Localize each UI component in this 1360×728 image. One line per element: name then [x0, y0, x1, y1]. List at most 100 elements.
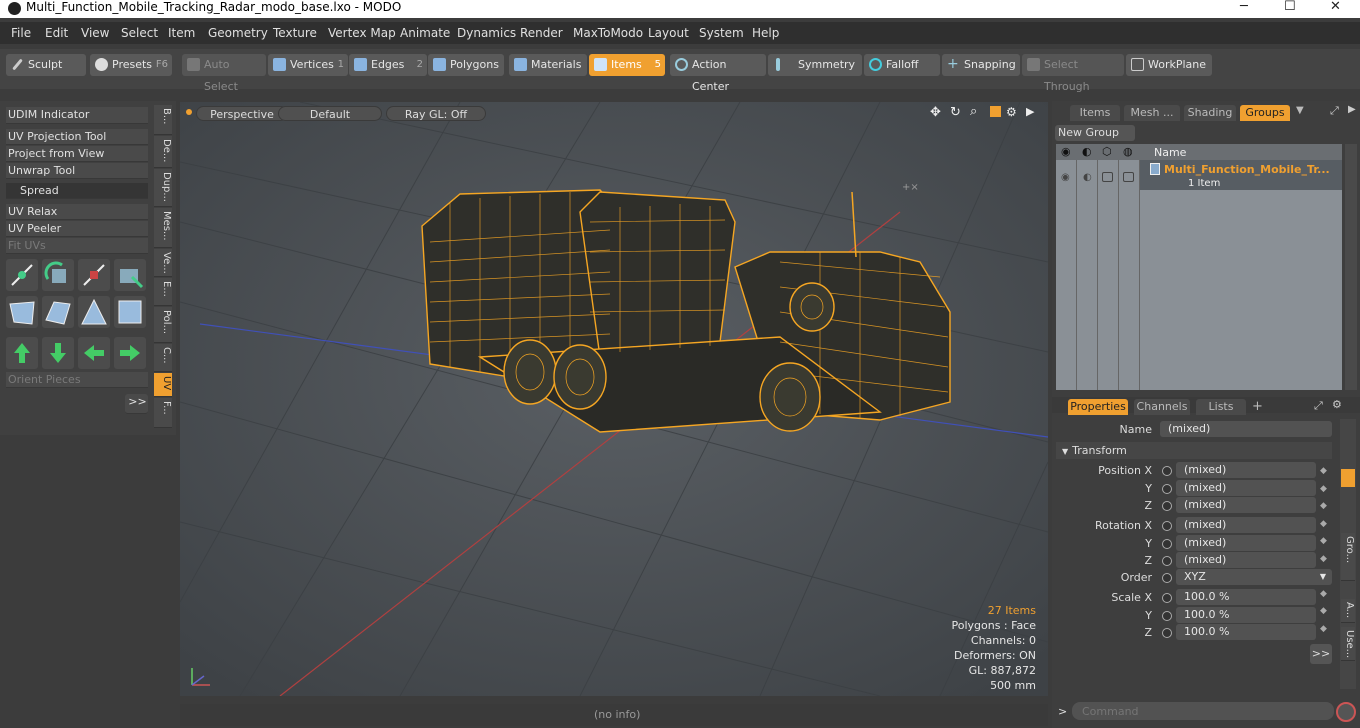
row-eye-icon[interactable]: ◉: [1061, 172, 1070, 183]
lock-cube-icon[interactable]: ⬡: [1102, 145, 1112, 158]
symmetry-button[interactable]: Symmetry: [768, 54, 862, 76]
tab-properties[interactable]: Properties: [1068, 399, 1128, 415]
menu-item[interactable]: Item: [168, 26, 195, 40]
scale-y-field[interactable]: 100.0 %: [1176, 607, 1316, 623]
orient-pieces-button[interactable]: Orient Pieces: [6, 372, 148, 388]
uv-mesh-icon-1[interactable]: [6, 296, 38, 328]
command-input[interactable]: [1072, 702, 1334, 720]
vtab-polygon[interactable]: Pol...: [154, 307, 172, 343]
name-field[interactable]: (mixed): [1160, 421, 1332, 437]
menu-layout[interactable]: Layout: [648, 26, 689, 40]
menu-maxtomodo[interactable]: MaxToModo: [573, 26, 643, 40]
menu-geometry[interactable]: Geometry: [208, 26, 268, 40]
action-center-button[interactable]: Action Center: [670, 54, 766, 93]
rotation-x-field[interactable]: (mixed): [1176, 517, 1316, 533]
falloff-button[interactable]: Falloff: [864, 54, 940, 76]
menu-dynamics[interactable]: Dynamics: [457, 26, 516, 40]
scale-z-keyframe-dot[interactable]: [1162, 628, 1172, 638]
vtab-uv[interactable]: UV: [154, 373, 172, 397]
select-icon[interactable]: ◍: [1123, 145, 1133, 158]
uv-relax-button[interactable]: UV Relax: [6, 204, 148, 220]
position-x-keyframe-dot[interactable]: [1162, 466, 1172, 476]
scale-y-keyframe-dot[interactable]: [1162, 611, 1172, 621]
close-button[interactable]: ✕: [1330, 0, 1341, 14]
menu-file[interactable]: File: [11, 26, 31, 40]
add-tab-button[interactable]: +: [1252, 399, 1263, 414]
edges-button[interactable]: Edges 2: [349, 54, 427, 76]
properties-more-button[interactable]: >>: [1310, 644, 1332, 664]
group-row[interactable]: Multi_Function_Mobile_Tr... 1 Item: [1140, 160, 1342, 190]
vtab-mesh-edit[interactable]: Mes...: [154, 208, 172, 248]
scale-x-field[interactable]: 100.0 %: [1176, 589, 1316, 605]
fit-view-icon[interactable]: [990, 106, 1001, 117]
spread-section-header[interactable]: Spread: [6, 183, 148, 199]
align-left-icon[interactable]: [78, 337, 110, 369]
viewport-expand-arrow-icon[interactable]: ▶: [1026, 105, 1034, 118]
row-lock-checkbox[interactable]: [1102, 172, 1113, 182]
polygons-button[interactable]: Polygons: [428, 54, 504, 76]
workplane-button[interactable]: WorkPlane: [1126, 54, 1212, 76]
rotation-z-keyframe-dot[interactable]: [1162, 556, 1172, 566]
new-group-button[interactable]: New Group: [1055, 125, 1135, 141]
row-render-icon[interactable]: ◐: [1083, 172, 1092, 183]
menu-system[interactable]: System: [699, 26, 744, 40]
menu-help[interactable]: Help: [752, 26, 779, 40]
expand-more-button[interactable]: >>: [125, 394, 148, 414]
position-x-field[interactable]: (mixed): [1176, 462, 1316, 478]
rotation-x-keyframe-dot[interactable]: [1162, 521, 1172, 531]
menu-vertex-map[interactable]: Vertex Map: [328, 26, 396, 40]
items-button[interactable]: Items 5: [589, 54, 665, 76]
raygl-toggle[interactable]: Ray GL: Off: [386, 106, 486, 121]
properties-settings-gear-icon[interactable]: ⚙: [1332, 398, 1342, 411]
row-select-checkbox[interactable]: [1123, 172, 1134, 182]
project-from-view-button[interactable]: Project from View: [6, 146, 148, 162]
vtab-deform[interactable]: De...: [154, 136, 172, 168]
side-tab-active[interactable]: [1341, 469, 1355, 487]
align-down-icon[interactable]: [42, 337, 74, 369]
vtab-vertex[interactable]: Ve...: [154, 249, 172, 277]
viewport-menu-dot[interactable]: [186, 109, 192, 115]
rotation-y-field[interactable]: (mixed): [1176, 535, 1316, 551]
visibility-eye-icon[interactable]: ◉: [1061, 145, 1071, 158]
viewport-settings-gear-icon[interactable]: ⚙: [1006, 105, 1017, 119]
render-icon[interactable]: ◐: [1082, 145, 1092, 158]
align-up-icon[interactable]: [6, 337, 38, 369]
record-macro-icon[interactable]: [1336, 702, 1356, 722]
tab-shading[interactable]: Shading: [1184, 105, 1236, 121]
snapping-button[interactable]: + Snapping: [942, 54, 1020, 76]
panel-expand-icon[interactable]: ⤢: [1330, 104, 1339, 118]
unwrap-tool-button[interactable]: Unwrap Tool: [6, 163, 148, 179]
menu-select[interactable]: Select: [121, 26, 158, 40]
uv-peeler-button[interactable]: UV Peeler: [6, 221, 148, 237]
order-keyframe-dot[interactable]: [1162, 573, 1172, 583]
tab-channels[interactable]: Channels: [1134, 399, 1190, 415]
transform-section-header[interactable]: ▼ Transform: [1056, 442, 1332, 459]
uv-mesh-icon-4[interactable]: [114, 296, 146, 328]
uv-scale-tool-icon[interactable]: [78, 259, 110, 291]
menu-animate[interactable]: Animate: [400, 26, 450, 40]
align-right-icon[interactable]: [114, 337, 146, 369]
scale-z-field[interactable]: 100.0 %: [1176, 624, 1316, 640]
vtab-basic[interactable]: B...: [154, 105, 172, 135]
tab-groups[interactable]: Groups: [1240, 105, 1290, 121]
vertices-button[interactable]: Vertices 1: [268, 54, 348, 76]
fit-uvs-button[interactable]: Fit UVs: [6, 238, 148, 254]
minimize-button[interactable]: ─: [1240, 0, 1248, 14]
properties-expand-icon[interactable]: ⤢: [1314, 399, 1323, 413]
auto-select-button[interactable]: Auto Select: [182, 54, 266, 93]
udim-indicator-button[interactable]: UDIM Indicator: [6, 107, 148, 124]
menu-texture[interactable]: Texture: [273, 26, 317, 40]
side-tab-a[interactable]: A...: [1341, 599, 1355, 623]
materials-button[interactable]: Materials: [509, 54, 587, 76]
maximize-button[interactable]: ☐: [1284, 0, 1296, 14]
side-tab-groups[interactable]: Gro...: [1341, 533, 1355, 581]
rotate-view-icon[interactable]: ↻: [950, 105, 961, 120]
rotation-z-field[interactable]: (mixed): [1176, 552, 1316, 568]
scale-x-keyframe-dot[interactable]: [1162, 593, 1172, 603]
menu-edit[interactable]: Edit: [45, 26, 68, 40]
menu-render[interactable]: Render: [520, 26, 563, 40]
vtab-curve[interactable]: C...: [154, 344, 172, 372]
tab-dropdown-arrow-icon[interactable]: ▼: [1296, 105, 1304, 116]
zoom-icon[interactable]: ⌕: [970, 104, 977, 119]
groups-scrollbar[interactable]: [1345, 144, 1357, 390]
